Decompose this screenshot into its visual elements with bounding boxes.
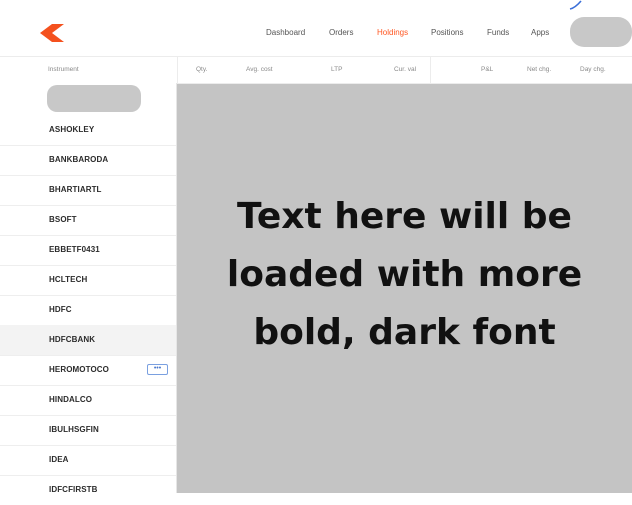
content-placeholder-area: Text here will be loaded with more bold,… (177, 84, 632, 493)
instrument-row[interactable]: BANKBARODA (0, 145, 176, 176)
instrument-row[interactable]: BHARTIARTL (0, 175, 176, 206)
instrument-row[interactable]: EBBETF0431 (0, 235, 176, 266)
instrument-row[interactable]: IDFCFIRSTB (0, 475, 176, 505)
nav-dashboard[interactable]: Dashboard (266, 28, 305, 37)
col-header-day-chg[interactable]: Day chg. (580, 66, 606, 73)
instrument-name: BHARTIARTL (49, 185, 102, 194)
instrument-name: HEROMOTOCO (49, 365, 109, 374)
col-header-instrument[interactable]: Instrument (48, 66, 79, 73)
kite-logo-icon[interactable] (40, 24, 64, 42)
instrument-name: IDEA (49, 455, 69, 464)
col-header-avg-cost[interactable]: Avg. cost (246, 66, 273, 73)
column-divider (177, 57, 178, 83)
instrument-name: IBULHSGFIN (49, 425, 99, 434)
instrument-search-placeholder[interactable] (47, 85, 141, 112)
col-header-pnl[interactable]: P&L (481, 66, 493, 73)
instrument-row[interactable]: ASHOKLEY (0, 115, 176, 146)
instrument-row[interactable]: IBULHSGFIN (0, 415, 176, 446)
instrument-name: HCLTECH (49, 275, 88, 284)
instrument-row[interactable]: HINDALCO (0, 385, 176, 416)
col-header-net-chg[interactable]: Net chg. (527, 66, 551, 73)
instrument-row[interactable]: BSOFT (0, 205, 176, 236)
instrument-name: HDFCBANK (49, 335, 96, 344)
col-header-cur-val[interactable]: Cur. val (394, 66, 416, 73)
instrument-name: HINDALCO (49, 395, 93, 404)
instrument-row[interactable]: HDFC (0, 295, 176, 326)
instrument-name: EBBETF0431 (49, 245, 100, 254)
instrument-name: BANKBARODA (49, 155, 109, 164)
nav-holdings[interactable]: Holdings (377, 28, 408, 37)
col-header-qty[interactable]: Qty. (196, 66, 207, 73)
instrument-row[interactable]: HCLTECH (0, 265, 176, 296)
column-divider (430, 57, 431, 83)
instrument-name: HDFC (49, 305, 72, 314)
instrument-row-highlighted[interactable]: HDFCBANK (0, 325, 176, 356)
placeholder-line: loaded with more (226, 254, 583, 295)
nav-funds[interactable]: Funds (487, 28, 509, 37)
top-navbar: Dashboard Orders Holdings Positions Fund… (0, 0, 632, 57)
instrument-name: ASHOKLEY (49, 125, 95, 134)
nav-positions[interactable]: Positions (431, 28, 463, 37)
placeholder-line: bold, dark font (253, 312, 556, 353)
instrument-name: BSOFT (49, 215, 77, 224)
nav-orders[interactable]: Orders (329, 28, 353, 37)
placeholder-message: Text here will be loaded with more bold,… (177, 188, 632, 362)
holdings-table-header: Instrument Qty. Avg. cost LTP Cur. val P… (0, 57, 632, 84)
instrument-list: ASHOKLEY BANKBARODA BHARTIARTL BSOFT EBB… (0, 83, 177, 494)
nav-apps[interactable]: Apps (531, 28, 549, 37)
placeholder-line: Text here will be (237, 196, 572, 237)
col-header-ltp[interactable]: LTP (331, 66, 342, 73)
instrument-row[interactable]: HEROMOTOCO ••• (0, 355, 176, 386)
more-options-button[interactable]: ••• (147, 364, 168, 375)
instrument-row[interactable]: IDEA (0, 445, 176, 476)
profile-menu-button[interactable] (570, 17, 632, 47)
corner-arc-decoration (569, 0, 582, 10)
